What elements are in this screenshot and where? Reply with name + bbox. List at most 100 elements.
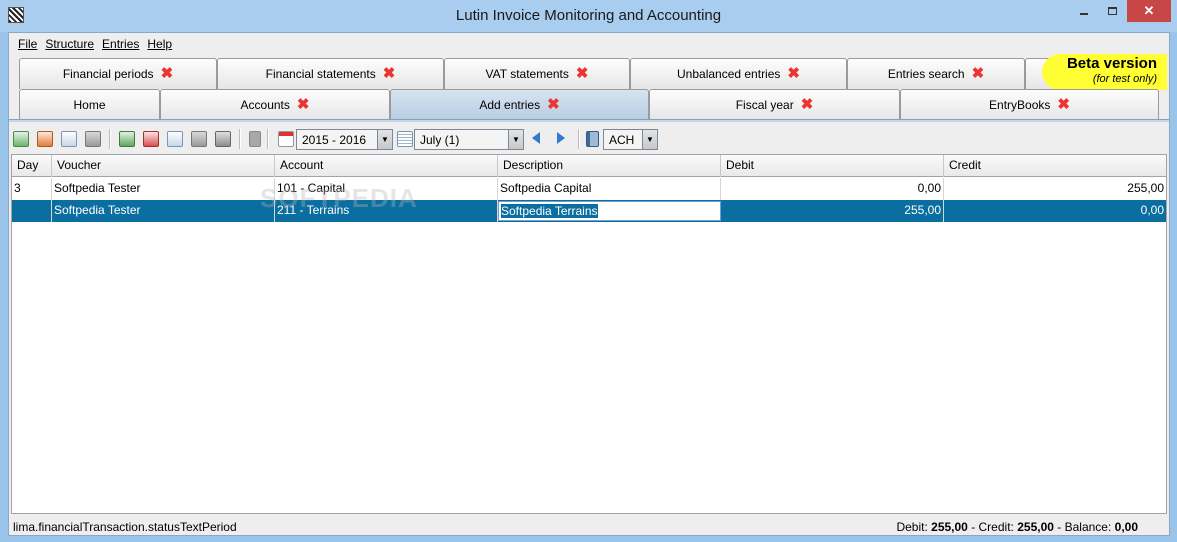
print-icon[interactable] xyxy=(215,131,231,147)
column-header-voucher[interactable]: Voucher xyxy=(52,155,275,177)
tab-label: Unbalanced entries xyxy=(677,67,781,81)
tab-strip-border xyxy=(9,119,1169,122)
close-tab-icon[interactable]: ✖ xyxy=(383,66,396,81)
period-value: July (1) xyxy=(420,132,460,147)
debit-total: 255,00 xyxy=(931,520,968,534)
column-header-day[interactable]: Day xyxy=(12,155,52,177)
cell-debit[interactable]: 0,00 xyxy=(721,178,944,200)
toolbar-separator xyxy=(578,129,580,149)
journal-value: ACH xyxy=(609,132,635,147)
maximize-button[interactable] xyxy=(1099,0,1125,22)
table-header: Day Voucher Account Description Debit Cr… xyxy=(12,155,1166,177)
journal-book-icon xyxy=(586,131,599,147)
toolbar-separator xyxy=(267,129,269,149)
column-header-credit[interactable]: Credit xyxy=(944,155,1166,177)
tab-fiscal-year[interactable]: Fiscal year ✖ xyxy=(649,89,900,120)
close-tab-icon[interactable]: ✖ xyxy=(801,97,814,112)
menu-structure-label: Structure xyxy=(45,37,95,51)
cell-day[interactable] xyxy=(12,200,52,222)
cell-description-text: Softpedia Terrains xyxy=(501,204,598,218)
toolbar: 2015 - 2016 ▼ July (1) ▼ ACH ▼ xyxy=(9,124,1169,154)
column-header-account[interactable]: Account xyxy=(275,155,498,177)
close-window-button[interactable]: ✕ xyxy=(1127,0,1171,22)
tab-entrybooks[interactable]: EntryBooks ✖ xyxy=(900,89,1159,120)
beta-subtitle: (for test only) xyxy=(1092,73,1157,85)
toolbar-separator xyxy=(239,129,241,149)
menu-help-label: Help xyxy=(147,37,173,51)
tab-financial-periods[interactable]: Financial periods ✖ xyxy=(19,58,217,89)
paste-transaction-icon[interactable] xyxy=(191,131,207,147)
table-row[interactable]: 3 Softpedia Tester 101 - Capital Softped… xyxy=(12,178,1166,200)
close-tab-icon[interactable]: ✖ xyxy=(547,97,560,112)
chevron-down-icon[interactable]: ▼ xyxy=(642,130,657,149)
close-tab-icon[interactable]: ✖ xyxy=(972,66,985,81)
debit-label: Debit: xyxy=(896,520,928,534)
journal-select[interactable]: ACH ▼ xyxy=(603,129,658,150)
fiscal-year-value: 2015 - 2016 xyxy=(302,132,367,147)
cell-day[interactable]: 3 xyxy=(12,178,52,200)
period-calendar-icon xyxy=(397,131,413,147)
delete-transaction-icon[interactable] xyxy=(143,131,159,147)
tab-label: Financial statements xyxy=(265,67,376,81)
tab-label: VAT statements xyxy=(485,67,569,81)
column-header-debit[interactable]: Debit xyxy=(721,155,944,177)
beta-title: Beta version xyxy=(1066,55,1157,72)
lock-icon[interactable] xyxy=(249,131,261,147)
cell-voucher[interactable]: Softpedia Tester xyxy=(52,200,275,222)
cell-credit[interactable]: 0,00 xyxy=(944,200,1166,222)
credit-label: - Credit: xyxy=(971,520,1014,534)
entries-table: Day Voucher Account Description Debit Cr… xyxy=(11,154,1167,514)
tab-vat-statements[interactable]: VAT statements ✖ xyxy=(444,58,630,89)
tab-label: Add entries xyxy=(479,98,541,112)
tab-entries-search[interactable]: Entries search ✖ xyxy=(847,58,1025,89)
add-transaction-icon[interactable] xyxy=(119,131,135,147)
tab-financial-statements[interactable]: Financial statements ✖ xyxy=(217,58,444,89)
maximize-icon xyxy=(1107,7,1117,15)
delete-entry-icon[interactable] xyxy=(37,131,53,147)
tab-label: Entries search xyxy=(887,67,965,81)
close-tab-icon[interactable]: ✖ xyxy=(161,66,174,81)
copy-transaction-icon[interactable] xyxy=(167,131,183,147)
cell-voucher[interactable]: Softpedia Tester xyxy=(52,178,275,200)
tab-accounts[interactable]: Accounts ✖ xyxy=(160,89,390,120)
tab-add-entries[interactable]: Add entries ✖ xyxy=(390,89,649,120)
minimize-button[interactable] xyxy=(1071,0,1097,22)
cell-debit[interactable]: 255,00 xyxy=(721,200,944,222)
fiscal-year-select[interactable]: 2015 - 2016 ▼ xyxy=(296,129,393,150)
close-icon: ✕ xyxy=(1143,3,1155,18)
cell-credit[interactable]: 255,00 xyxy=(944,178,1166,200)
add-entry-icon[interactable] xyxy=(13,131,29,147)
chevron-down-icon[interactable]: ▼ xyxy=(508,130,523,149)
tab-unbalanced-entries[interactable]: Unbalanced entries ✖ xyxy=(630,58,847,89)
window-title: Lutin Invoice Monitoring and Accounting xyxy=(455,7,722,24)
table-row-selected[interactable]: Softpedia Tester 211 - Terrains Softpedi… xyxy=(12,200,1166,222)
close-tab-icon[interactable]: ✖ xyxy=(787,66,800,81)
paste-icon[interactable] xyxy=(85,131,101,147)
balance-total: 0,00 xyxy=(1114,520,1138,534)
column-header-description[interactable]: Description xyxy=(498,155,721,177)
tab-label: Accounts xyxy=(240,98,290,112)
tab-label: Fiscal year xyxy=(735,98,794,112)
status-text: lima.financialTransaction.statusTextPeri… xyxy=(13,520,237,534)
close-tab-icon[interactable]: ✖ xyxy=(1057,97,1070,112)
beta-badge: Beta version (for test only) xyxy=(1042,54,1167,90)
previous-period-icon[interactable] xyxy=(532,132,540,144)
toolbar-separator xyxy=(109,129,111,149)
minimize-icon xyxy=(1080,13,1088,15)
period-select[interactable]: July (1) ▼ xyxy=(414,129,524,150)
cell-description-editor[interactable]: Softpedia Terrains xyxy=(498,201,721,221)
tab-home[interactable]: Home xyxy=(19,89,160,120)
copy-icon[interactable] xyxy=(61,131,77,147)
menu-structure[interactable]: Structure xyxy=(45,37,94,51)
chevron-down-icon[interactable]: ▼ xyxy=(377,130,392,149)
menu-entries-label: Entries xyxy=(102,37,140,51)
menu-file[interactable]: File xyxy=(18,37,37,51)
close-tab-icon[interactable]: ✖ xyxy=(576,66,589,81)
credit-total: 255,00 xyxy=(1017,520,1054,534)
calendar-icon xyxy=(278,131,294,147)
next-period-icon[interactable] xyxy=(557,132,565,144)
cell-description[interactable]: Softpedia Capital xyxy=(498,178,721,200)
menu-entries[interactable]: Entries xyxy=(102,37,139,51)
menu-help[interactable]: Help xyxy=(147,37,172,51)
close-tab-icon[interactable]: ✖ xyxy=(297,97,310,112)
